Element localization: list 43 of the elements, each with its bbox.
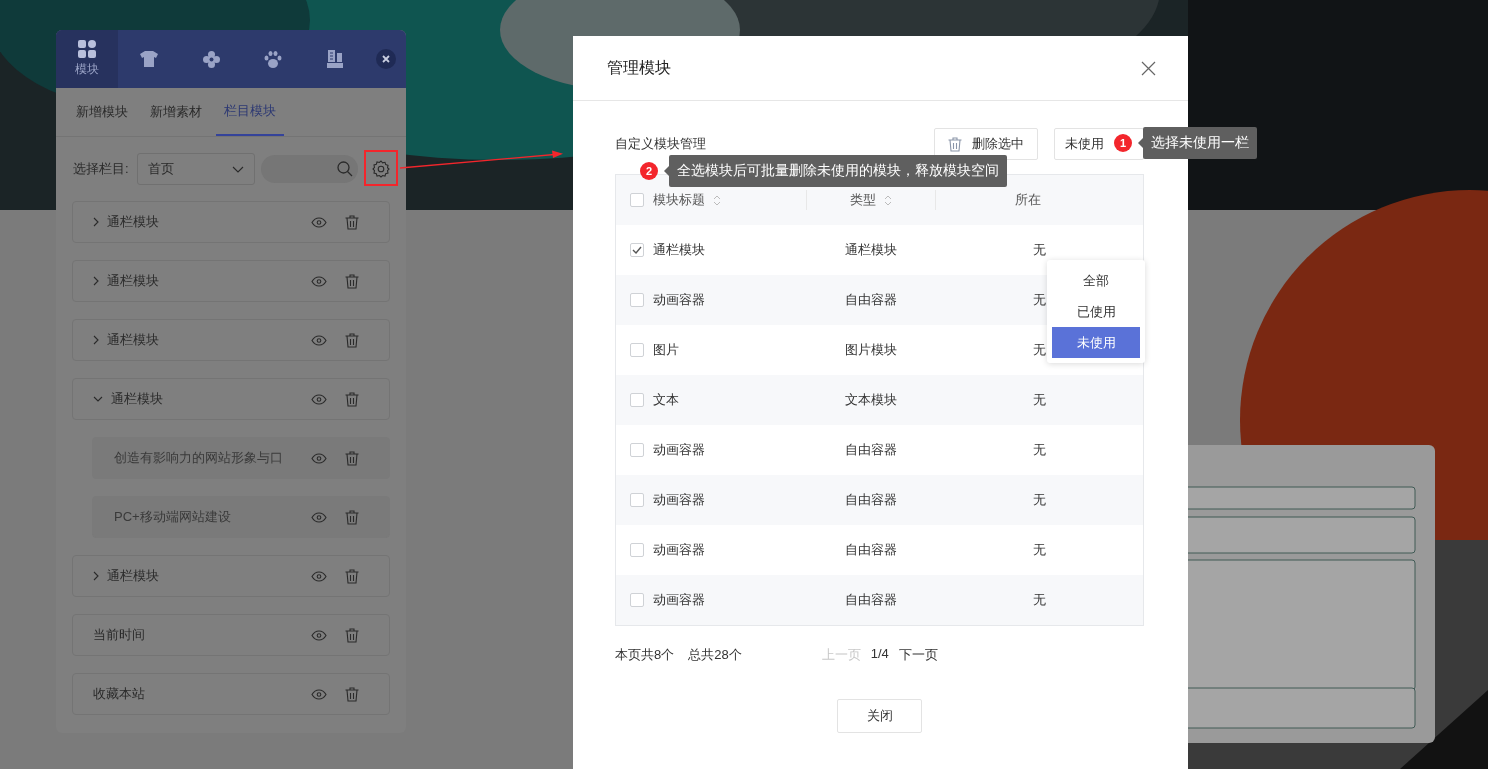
table-cell: 无 <box>1033 592 1046 607</box>
table-cell: 通栏模块 <box>845 242 897 257</box>
table-cell: 通栏模块 <box>653 242 705 257</box>
item-label: 通栏模块 <box>107 331 160 349</box>
table-cell: 无 <box>1033 242 1046 257</box>
table-cell: 自由容器 <box>845 592 897 607</box>
table-cell: 动画容器 <box>653 292 705 307</box>
table-cell: 无 <box>1033 442 1046 457</box>
table-cell: 文本 <box>653 392 679 407</box>
item-label: 通栏模块 <box>107 567 160 585</box>
page-indicator: 1/4 <box>870 646 889 663</box>
dialog-title: 管理模块 <box>607 57 671 78</box>
table-cell: 自由容器 <box>845 492 897 507</box>
column-header: 类型 <box>850 191 876 209</box>
table-cell: 动画容器 <box>653 492 705 507</box>
table-cell: 动画容器 <box>653 542 705 557</box>
item-label: 通栏模块 <box>107 272 160 290</box>
table-cell: 自由容器 <box>845 542 897 557</box>
tooltip: 选择未使用一栏 <box>1138 127 1257 159</box>
item-label: 收藏本站 <box>93 685 146 703</box>
item-label: 通栏模块 <box>111 390 164 408</box>
section-title: 自定义模块管理 <box>615 135 707 153</box>
table-cell: 文本模块 <box>845 392 897 407</box>
field-label: 选择栏目: <box>73 160 129 178</box>
item-label: 通栏模块 <box>107 213 160 231</box>
table-cell: 图片模块 <box>845 342 897 357</box>
column-header: 模块标题 <box>653 191 705 209</box>
table-cell: 自由容器 <box>845 442 897 457</box>
table-cell: 动画容器 <box>653 592 705 607</box>
table-cell: 图片 <box>653 342 679 357</box>
column-header: 所在 <box>1015 191 1041 209</box>
table-cell: 无 <box>1033 342 1046 357</box>
item-label: 当前时间 <box>93 626 146 644</box>
table-cell: 动画容器 <box>653 442 705 457</box>
table-cell: 无 <box>1033 492 1046 507</box>
table-cell: 无 <box>1033 392 1046 407</box>
total-count: 总共28个 <box>688 646 742 664</box>
table-cell: 自由容器 <box>845 292 897 307</box>
tooltip: 全选模块后可批量删除未使用的模块，释放模块空间 <box>664 155 1007 187</box>
table-cell: 无 <box>1033 542 1046 557</box>
page-count: 本页共8个 <box>615 646 675 664</box>
item-label: PC+移动端网站建设 <box>114 508 232 526</box>
table-cell: 无 <box>1033 292 1046 307</box>
